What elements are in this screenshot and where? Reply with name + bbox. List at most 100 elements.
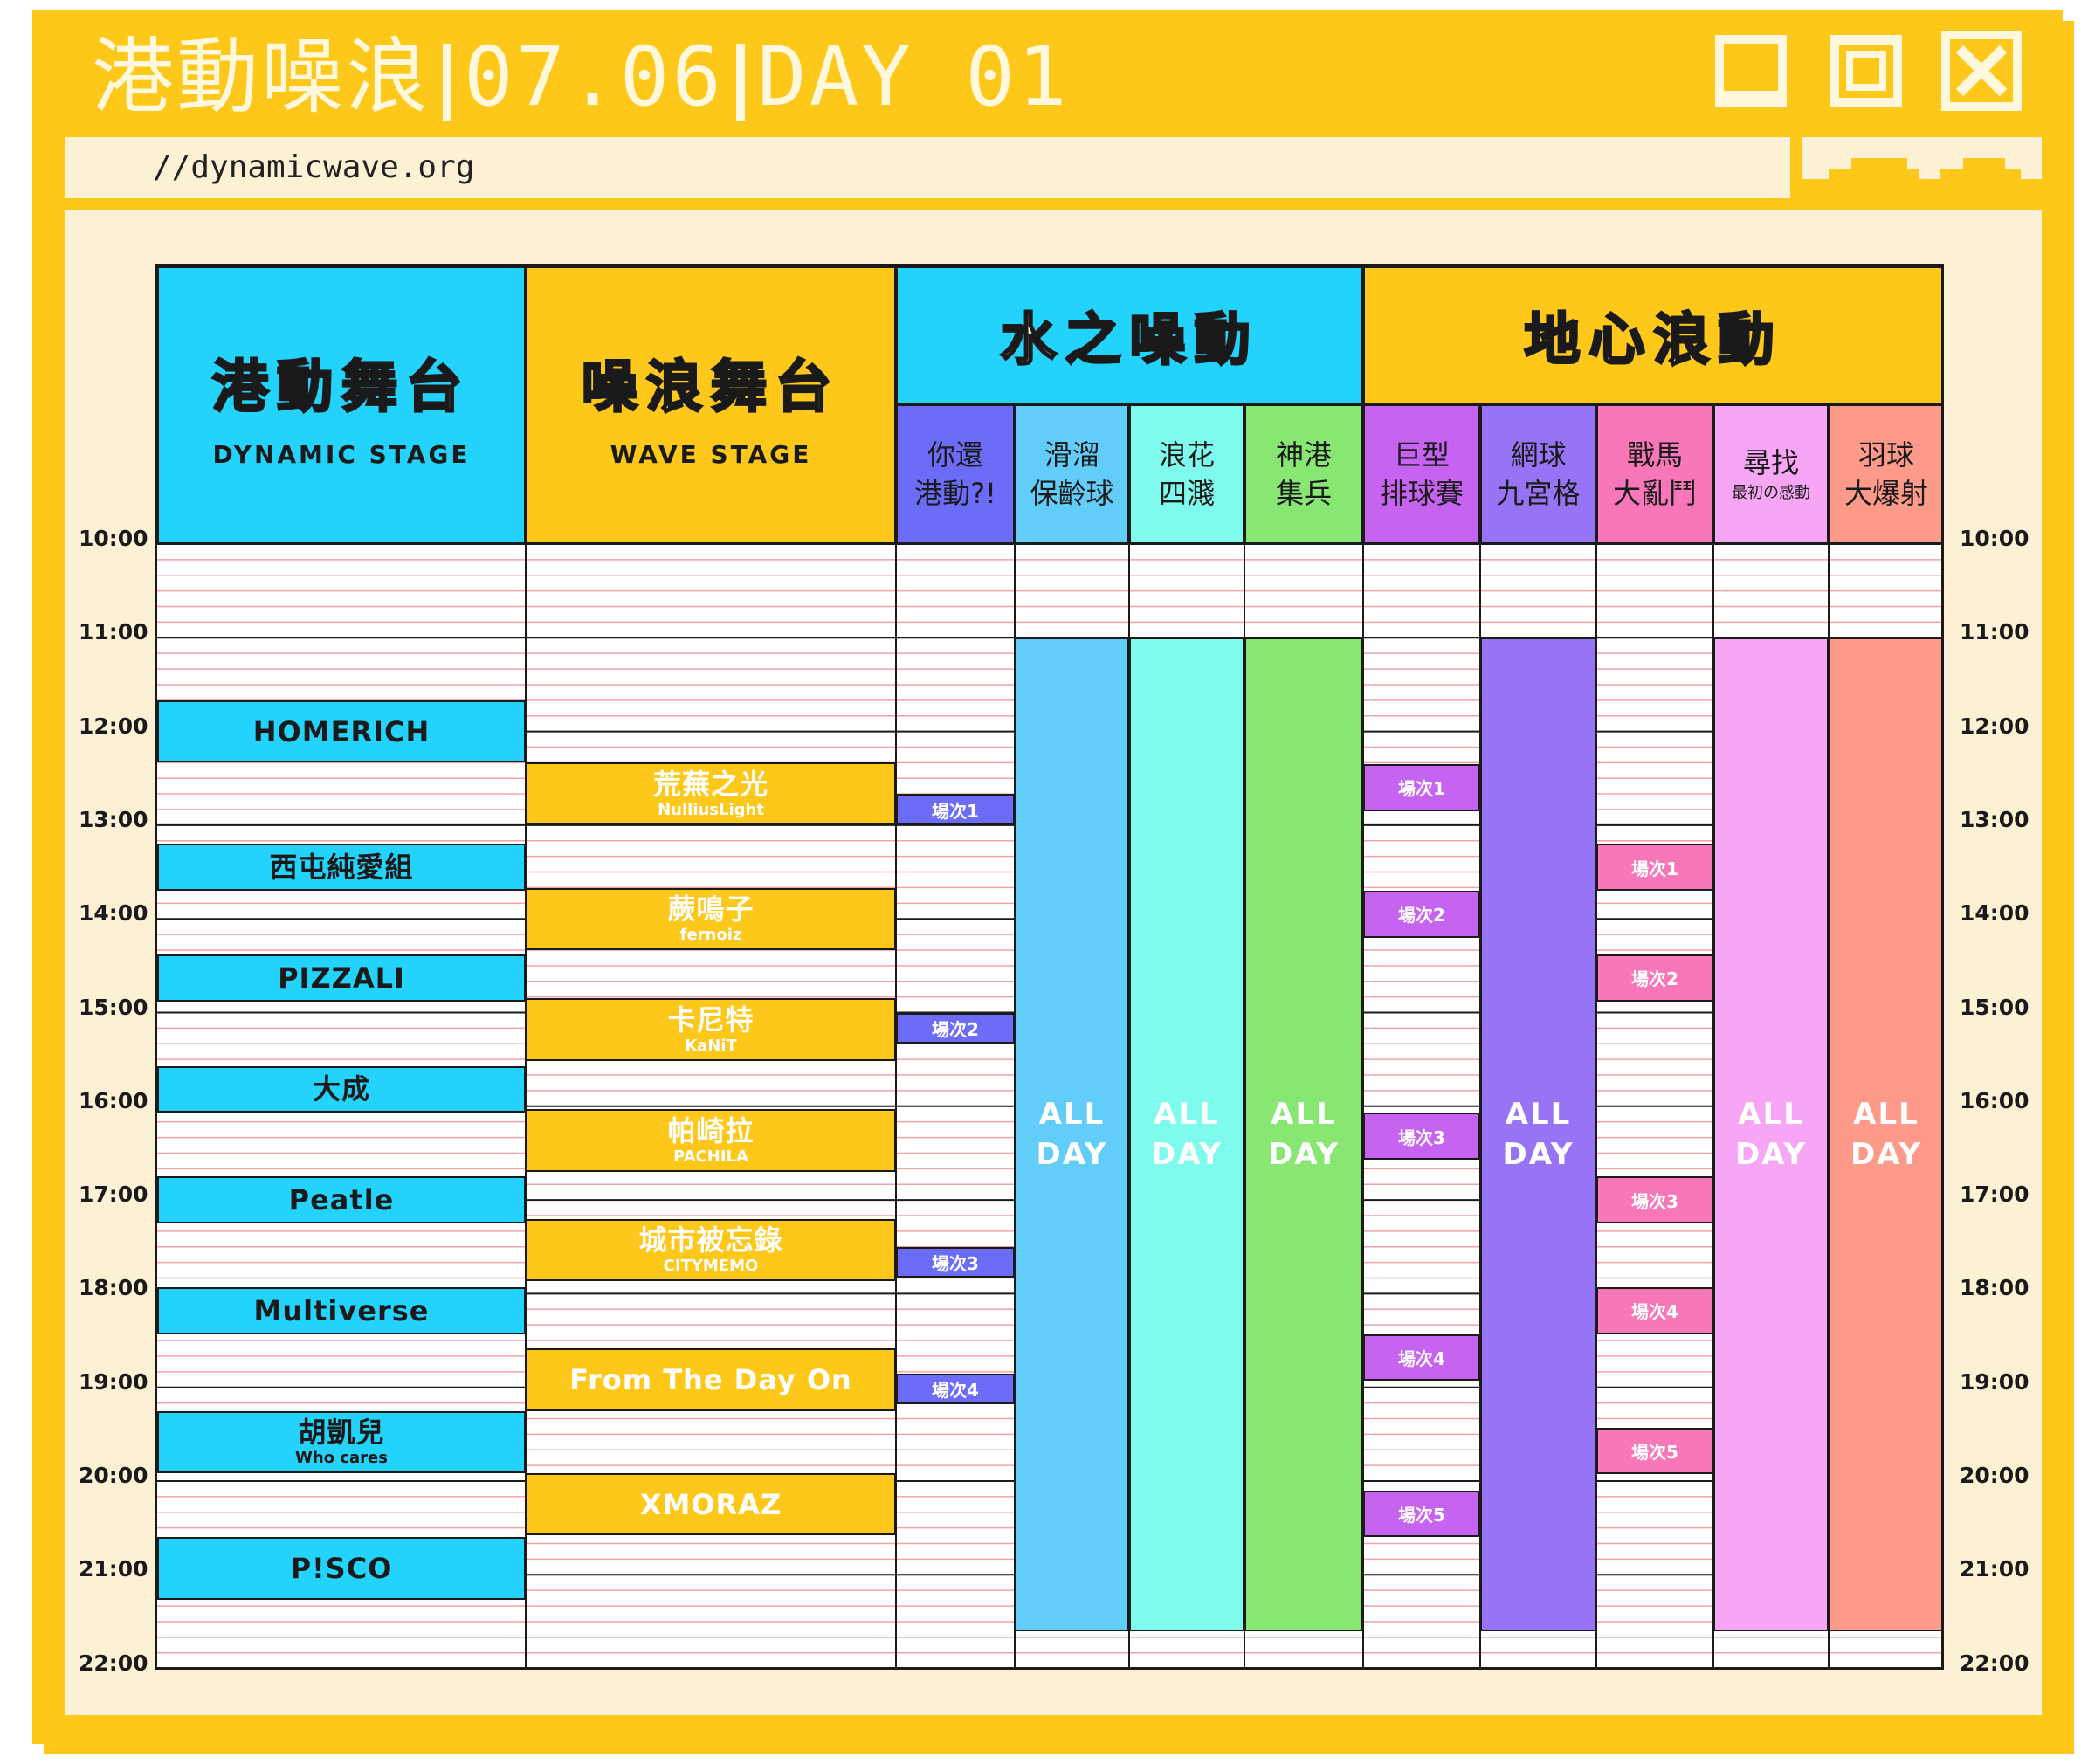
activity-name-line1: 滑溜 — [1044, 438, 1100, 472]
performer-subtitle: NulliusLight — [658, 800, 764, 819]
performance-block[interactable]: 蕨鳴子 fernoiz — [526, 887, 896, 950]
activity-name-line2: 排球賽 — [1379, 477, 1464, 510]
performance-block[interactable]: PIZZALI — [157, 954, 526, 1002]
session-block[interactable]: 場次4 — [896, 1373, 1015, 1404]
schedule-grid: 港動舞台 DYNAMIC STAGE 噪浪舞台 WAVE STAGE 水之噪動 地心浪動你… — [155, 264, 1944, 1670]
session-block[interactable]: 場次3 — [1596, 1176, 1713, 1223]
address-bar[interactable]: //dynamicwave.org — [65, 137, 1790, 198]
all-day-block[interactable]: ALL DAY — [1129, 637, 1244, 1631]
activity-header: 羽球 大爆射 — [1829, 404, 1941, 544]
group-header-earth: 地心浪動 — [1363, 266, 1941, 404]
performance-block[interactable]: 大成 — [157, 1065, 526, 1113]
title-festival-name: 港動噪浪 — [92, 30, 431, 125]
activity-name-line2: 大亂鬥 — [1612, 477, 1697, 510]
all-day-block[interactable]: ALL DAY — [1244, 637, 1363, 1631]
title-day: DAY 01 — [756, 30, 1070, 125]
performer-subtitle: fernoiz — [679, 926, 742, 945]
performer-name: P!SCO — [290, 1552, 393, 1586]
performer-name: XMORAZ — [639, 1487, 782, 1521]
performer-name: 帕崎拉 — [667, 1113, 755, 1147]
performance-block[interactable]: XMORAZ — [526, 1473, 896, 1536]
all-day-block[interactable]: ALL DAY — [1829, 637, 1941, 1631]
performer-name: 胡凱兒 — [298, 1416, 385, 1450]
maximize-button[interactable] — [1825, 30, 1907, 112]
session-block[interactable]: 場次5 — [1596, 1427, 1713, 1475]
session-block[interactable]: 場次2 — [896, 1012, 1015, 1044]
close-icon — [1941, 31, 2022, 111]
stage-subtitle: DYNAMIC STAGE — [212, 439, 471, 469]
time-label-right: 10:00 — [1960, 526, 2029, 551]
performance-block[interactable]: 荒蕪之光 NulliusLight — [526, 762, 896, 825]
performance-block[interactable]: 胡凱兒 Who cares — [157, 1410, 526, 1474]
performance-block[interactable]: 帕崎拉 PACHILA — [526, 1109, 896, 1172]
activity-name-line2: 保齡球 — [1030, 477, 1114, 510]
wave-decoration — [1802, 137, 2042, 198]
performance-block[interactable]: 城市被忘錄 CITYMEMO — [526, 1218, 896, 1282]
all-day-label: DAY — [1036, 1136, 1108, 1172]
title-divider — [735, 44, 745, 121]
session-label: 場次4 — [932, 1379, 979, 1401]
session-block[interactable]: 場次3 — [896, 1246, 1015, 1278]
activity-name-line2: 大爆射 — [1843, 477, 1928, 510]
performer-name: 卡尼特 — [667, 1003, 755, 1037]
session-block[interactable]: 場次1 — [1363, 764, 1480, 811]
activity-name-line2: 九宮格 — [1496, 477, 1581, 510]
activity-header: 戰馬 大亂鬥 — [1596, 404, 1713, 544]
group-title: 地心浪動 — [1523, 307, 1783, 375]
all-day-block[interactable]: ALL DAY — [1713, 637, 1829, 1631]
stage-subtitle: WAVE STAGE — [610, 439, 812, 469]
activity-name-line1: 你還 — [927, 438, 983, 472]
all-day-label: ALL — [1505, 1096, 1572, 1132]
performance-block[interactable]: From The Day On — [526, 1347, 896, 1411]
group-header-water: 水之噪動 — [896, 266, 1363, 404]
session-label: 場次1 — [1398, 778, 1445, 800]
activity-header: 浪花 四濺 — [1129, 404, 1244, 544]
all-day-label: DAY — [1735, 1136, 1807, 1172]
session-block[interactable]: 場次1 — [896, 794, 1015, 825]
performance-block[interactable]: Multiverse — [157, 1286, 526, 1334]
performance-block[interactable]: 西屯純愛組 — [157, 844, 526, 891]
maximize-icon — [1830, 35, 1902, 107]
session-block[interactable]: 場次4 — [1363, 1333, 1480, 1382]
activity-name-line1: 浪花 — [1158, 438, 1215, 472]
performer-name: Multiverse — [253, 1293, 430, 1327]
time-label-left: 18:00 — [79, 1275, 148, 1301]
all-day-block[interactable]: ALL DAY — [1480, 637, 1596, 1631]
performer-subtitle: KaNiT — [685, 1037, 737, 1056]
activity-name-line2: 港動?! — [914, 477, 996, 510]
performer-name: 西屯純愛組 — [269, 851, 414, 885]
all-day-label: ALL — [1038, 1096, 1106, 1132]
activity-header: 網球 九宮格 — [1480, 404, 1596, 544]
performance-block[interactable]: 卡尼特 KaNiT — [526, 998, 896, 1062]
all-day-label: ALL — [1738, 1096, 1804, 1132]
close-button[interactable] — [1940, 30, 2023, 112]
session-block[interactable]: 場次1 — [1596, 844, 1713, 891]
all-day-label: DAY — [1502, 1136, 1575, 1172]
time-label-right: 15:00 — [1960, 994, 2029, 1020]
performance-block[interactable]: Peatle — [157, 1176, 526, 1223]
all-day-block[interactable]: ALL DAY — [1015, 637, 1129, 1631]
session-block[interactable]: 場次4 — [1596, 1286, 1713, 1334]
time-label-right: 17:00 — [1960, 1182, 2029, 1208]
time-label-right: 14:00 — [1960, 900, 2029, 927]
performer-name: From The Day On — [569, 1362, 852, 1396]
session-block[interactable]: 場次2 — [1363, 891, 1480, 938]
activity-name-line1: 巨型 — [1393, 438, 1450, 472]
session-block[interactable]: 場次3 — [1363, 1113, 1480, 1160]
performer-name: 大成 — [312, 1072, 370, 1106]
session-block[interactable]: 場次2 — [1596, 954, 1713, 1002]
time-label-right: 20:00 — [1960, 1463, 2029, 1488]
activity-name-line2: 四濺 — [1158, 477, 1215, 510]
time-label-left: 17:00 — [79, 1182, 148, 1208]
session-label: 場次3 — [1398, 1127, 1445, 1148]
performer-name: PIZZALI — [278, 961, 405, 995]
minimize-button[interactable] — [1710, 30, 1792, 112]
session-label: 場次4 — [1398, 1347, 1445, 1369]
time-label-left: 22:00 — [79, 1650, 148, 1676]
time-label-left: 12:00 — [79, 713, 148, 739]
performance-block[interactable]: P!SCO — [157, 1537, 526, 1601]
activity-name-line1: 羽球 — [1857, 438, 1914, 472]
activity-name-line1: 尋找 — [1742, 446, 1799, 479]
session-block[interactable]: 場次5 — [1363, 1490, 1480, 1538]
performance-block[interactable]: HOMERICH — [157, 700, 526, 762]
